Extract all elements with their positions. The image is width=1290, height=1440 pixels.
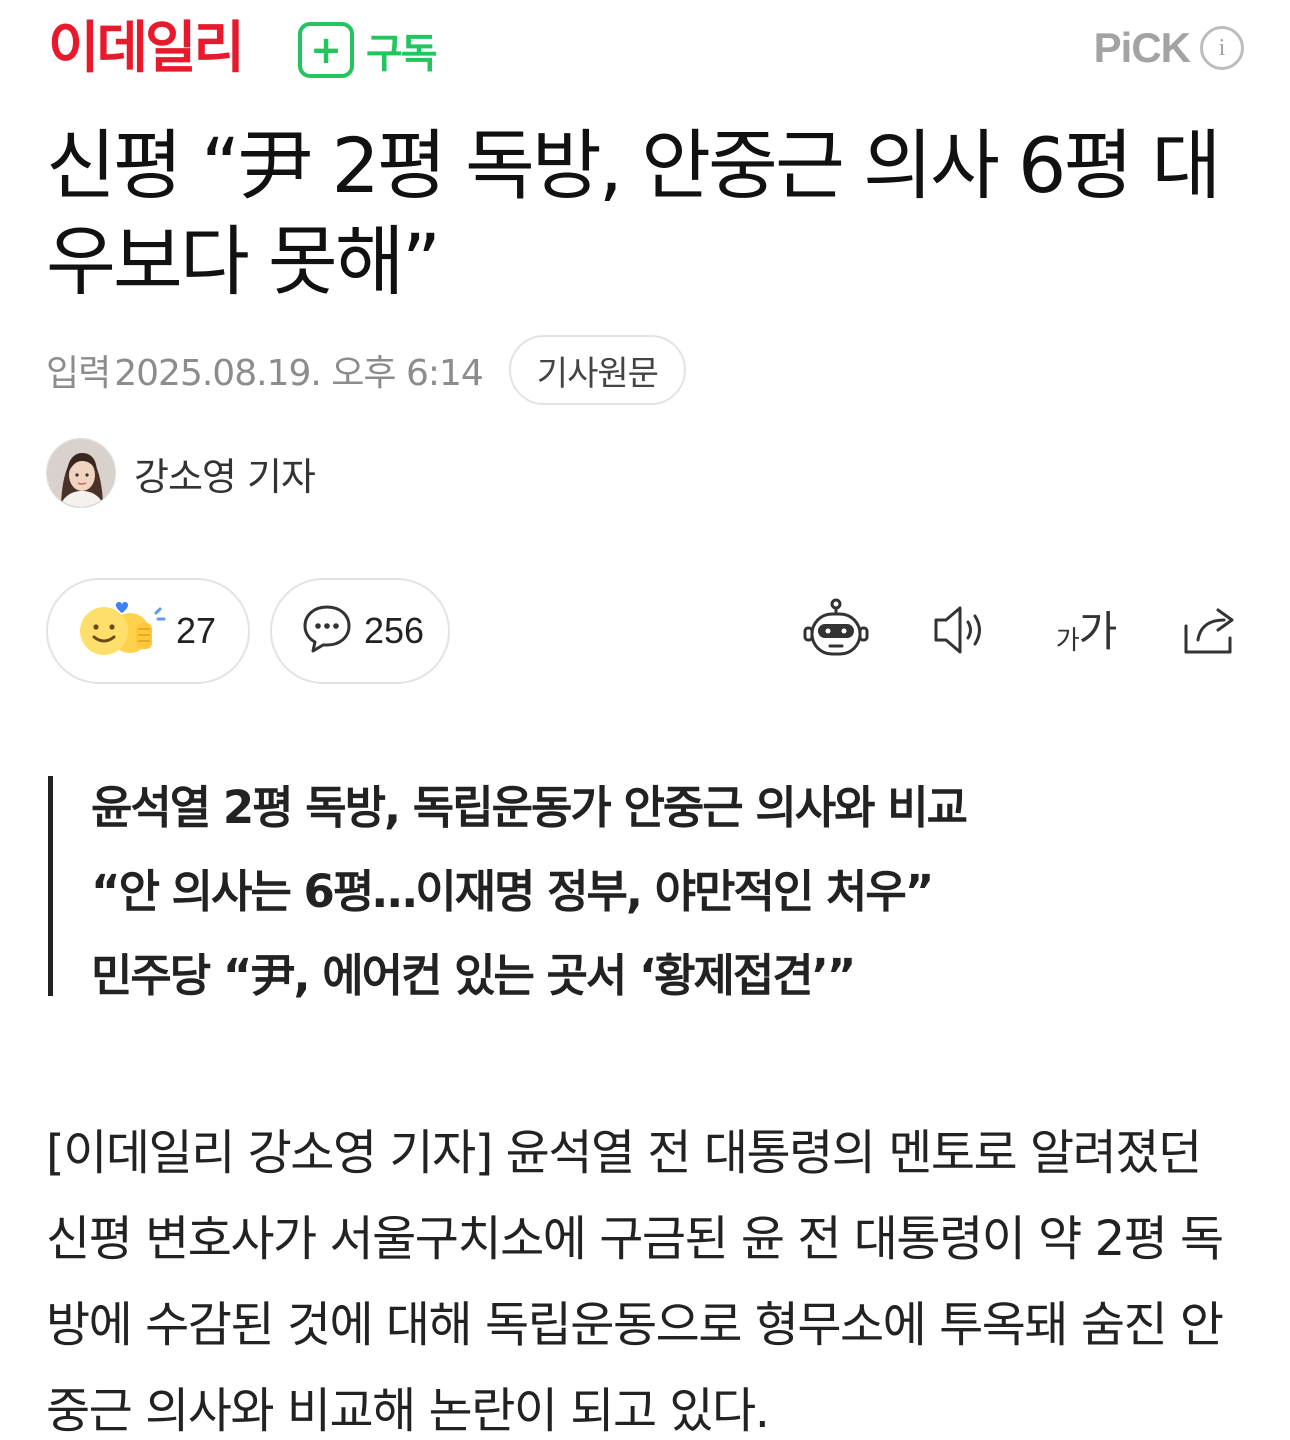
speaker-icon xyxy=(928,600,992,664)
summary-line: “안 의사는 6평…이재명 정부, 야만적인 처우” xyxy=(91,865,934,918)
summary-line: 민주당 “尹, 에어컨 있는 곳서 ‘황제접견’” xyxy=(91,949,856,1002)
comment-button[interactable]: 256 xyxy=(270,578,450,684)
ai-summary-button[interactable] xyxy=(800,596,872,668)
article-title: 신평 “尹 2평 독방, 안중근 의사 6평 대우보다 못해” xyxy=(46,121,1221,306)
action-bar: 27 256 가 가 xyxy=(0,578,1290,686)
text-to-speech-button[interactable] xyxy=(924,596,996,668)
plus-icon: + xyxy=(298,22,354,78)
share-icon xyxy=(1178,600,1242,664)
info-icon[interactable]: i xyxy=(1200,26,1244,70)
emoji-reaction-icon xyxy=(76,599,166,663)
comment-bubble-icon xyxy=(300,602,354,660)
font-size-small-label: 가 xyxy=(1055,626,1080,656)
font-size-icon: 가 가 xyxy=(1055,607,1118,657)
published-label: 입력 xyxy=(46,353,111,394)
top-bar: 이데일리 + 구독 PiCK i xyxy=(0,0,1290,100)
subscribe-button[interactable]: + 구독 xyxy=(298,22,438,78)
author-name[interactable]: 강소영 기자 xyxy=(134,446,316,501)
comment-count: 256 xyxy=(364,610,425,651)
brand-logo[interactable]: 이데일리 xyxy=(48,14,245,84)
ai-robot-icon xyxy=(802,596,870,668)
author-avatar[interactable] xyxy=(46,438,116,508)
article-meta: 입력 2025.08.19. 오후 6:14 기사원문 xyxy=(46,334,686,406)
pick-label: PiCK xyxy=(1093,24,1191,71)
reaction-button[interactable]: 27 xyxy=(46,578,250,684)
article-summary: 윤석열 2평 독방, 독립운동가 안중근 의사와 비교 “안 의사는 6평…이재… xyxy=(48,776,1148,1002)
author-info[interactable]: 강소영 기자 xyxy=(46,438,316,508)
font-size-button[interactable]: 가 가 xyxy=(1046,596,1126,668)
share-button[interactable] xyxy=(1174,596,1246,668)
original-article-button[interactable]: 기사원문 xyxy=(508,335,686,405)
pick-badge[interactable]: PiCK i xyxy=(1094,24,1244,72)
article-body: [이데일리 강소영 기자] 윤석열 전 대통령의 멘토로 알려졌던 신평 변호사… xyxy=(46,1125,1224,1439)
summary-line: 윤석열 2평 독방, 독립운동가 안중근 의사와 비교 xyxy=(91,781,968,834)
published-date: 2025.08.19. 오후 6:14 xyxy=(114,353,484,394)
reaction-count: 27 xyxy=(176,610,217,651)
subscribe-label: 구독 xyxy=(366,31,438,77)
font-size-large-label: 가 xyxy=(1078,607,1118,656)
